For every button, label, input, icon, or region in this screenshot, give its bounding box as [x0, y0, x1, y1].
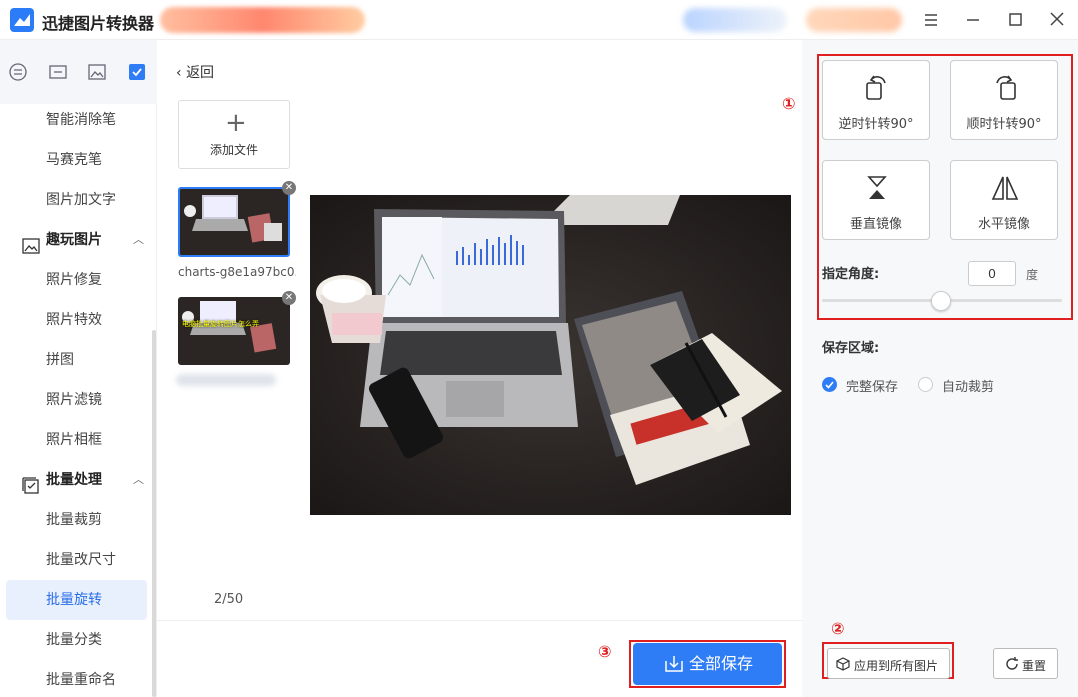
chevron-left-icon: ‹	[176, 65, 182, 81]
sidebar-item-batch-classify[interactable]: 批量分类	[0, 620, 152, 660]
convert-icon[interactable]	[8, 62, 28, 82]
flip-horizontal-icon	[991, 176, 1019, 200]
compress-icon[interactable]	[48, 62, 68, 82]
batch-active-icon[interactable]	[127, 62, 147, 82]
sidebar-tool-tabs	[0, 40, 157, 104]
vip-button[interactable]	[806, 8, 902, 32]
add-file-label: 添加文件	[209, 143, 258, 157]
rotate-ccw-button[interactable]: 逆时针转90°	[822, 60, 930, 140]
annotation-1: ①	[782, 94, 796, 113]
sidebar-item-photo-repair[interactable]: 照片修复	[0, 260, 152, 300]
image-preview	[310, 195, 791, 515]
apply-all-button[interactable]: 应用到所有图片	[827, 648, 950, 679]
back-button[interactable]: ‹ 返回	[176, 62, 214, 82]
annotation-2: ②	[831, 619, 845, 638]
auto-crop-label[interactable]: 自动裁剪	[942, 376, 994, 395]
sidebar-scrollbar[interactable]	[152, 330, 156, 697]
app-title: 迅捷图片转换器	[42, 14, 155, 33]
fun-image-icon	[22, 231, 40, 254]
maximize-icon[interactable]	[1004, 9, 1026, 31]
sidebar-group-label: 趣玩图片	[46, 232, 102, 248]
promo-banner[interactable]	[160, 7, 365, 33]
chevron-up-icon: ︿	[133, 233, 144, 246]
user-account[interactable]	[683, 8, 787, 32]
sidebar-item-filters[interactable]: 照片滤镜	[0, 380, 152, 420]
minimize-icon[interactable]	[962, 9, 984, 31]
reset-label: 重置	[1022, 659, 1047, 673]
close-icon[interactable]: ✕	[282, 181, 296, 195]
title-bar: 迅捷图片转换器	[0, 0, 1078, 40]
check-icon	[825, 381, 834, 389]
sidebar-item-add-text[interactable]: 图片加文字	[0, 180, 152, 220]
save-area-label: 保存区域:	[822, 341, 880, 356]
thumbnail-2[interactable]: 电脑批量旋转图片怎么弄	[178, 297, 290, 365]
thumbnail-1-caption: charts-g8e1a97bc0...	[178, 265, 296, 279]
image-edit-icon[interactable]	[87, 62, 107, 82]
batch-icon	[22, 471, 40, 494]
save-all-button[interactable]: 全部保存	[633, 643, 782, 685]
plus-icon: +	[225, 108, 247, 138]
flip-horizontal-button[interactable]: 水平镜像	[950, 160, 1058, 240]
flip-horizontal-label: 水平镜像	[977, 217, 1030, 232]
reset-button[interactable]: 重置	[993, 648, 1058, 679]
thumbnail-2-text: 电脑批量旋转图片怎么弄	[182, 320, 259, 328]
chevron-up-icon: ︿	[133, 473, 144, 486]
thumbnail-1[interactable]	[178, 187, 290, 257]
angle-label: 指定角度:	[822, 267, 880, 282]
download-icon	[665, 656, 683, 672]
radio-auto-crop[interactable]	[918, 377, 933, 392]
rotate-ccw-label: 逆时针转90°	[838, 117, 914, 132]
apply-all-label: 应用到所有图片	[854, 659, 939, 673]
angle-input[interactable]	[968, 261, 1016, 286]
refresh-icon	[1006, 657, 1018, 670]
radio-full-save[interactable]	[822, 377, 837, 392]
divider	[157, 620, 802, 621]
degree-unit: 度	[1026, 268, 1039, 282]
sidebar-item-batch-rename[interactable]: 批量重命名	[0, 660, 152, 697]
close-icon[interactable]: ✕	[282, 291, 296, 305]
rotate-cw-button[interactable]: 顺时针转90°	[950, 60, 1058, 140]
sidebar-item-smart-eraser[interactable]: 智能消除笔	[0, 100, 152, 140]
save-all-label: 全部保存	[689, 654, 754, 673]
sidebar-item-batch-rotate[interactable]: 批量旋转	[6, 580, 147, 620]
app-logo-icon	[10, 8, 34, 32]
page-count: 2/50	[214, 592, 244, 607]
rotate-cw-label: 顺时针转90°	[966, 117, 1042, 132]
sidebar-item-batch-crop[interactable]: 批量裁剪	[0, 500, 152, 540]
back-label: 返回	[186, 65, 215, 81]
sidebar-group-fun[interactable]: 趣玩图片 ︿	[0, 220, 152, 260]
flip-vertical-button[interactable]: 垂直镜像	[822, 160, 930, 240]
cube-icon	[836, 657, 850, 671]
sidebar-item-frames[interactable]: 照片相框	[0, 420, 152, 460]
full-save-label[interactable]: 完整保存	[846, 376, 898, 395]
add-file-button[interactable]: + 添加文件	[178, 100, 290, 169]
angle-slider-handle[interactable]	[931, 291, 951, 311]
annotation-3: ③	[598, 642, 612, 661]
flip-vertical-icon	[867, 176, 887, 199]
rotate-left-icon	[866, 75, 886, 100]
sidebar: 智能消除笔 马赛克笔 图片加文字 趣玩图片 ︿ 照片修复 照片特效 拼图 照片滤…	[0, 40, 157, 697]
sidebar-group-label: 批量处理	[46, 472, 102, 488]
sidebar-group-batch[interactable]: 批量处理 ︿	[0, 460, 152, 500]
menu-icon[interactable]	[920, 9, 942, 31]
sidebar-item-collage[interactable]: 拼图	[0, 340, 152, 380]
app-window: 迅捷图片转换器 智能消除笔 马赛克笔 图片加文字 趣玩图片 ︿ 照片修复 照片特…	[0, 0, 1078, 697]
rotate-right-icon	[996, 75, 1016, 100]
sidebar-item-photo-effects[interactable]: 照片特效	[0, 300, 152, 340]
thumbnail-2-caption	[176, 374, 276, 386]
sidebar-item-batch-resize[interactable]: 批量改尺寸	[0, 540, 152, 580]
sidebar-item-mosaic[interactable]: 马赛克笔	[0, 140, 152, 180]
flip-vertical-label: 垂直镜像	[849, 217, 902, 232]
close-icon[interactable]	[1046, 9, 1068, 31]
